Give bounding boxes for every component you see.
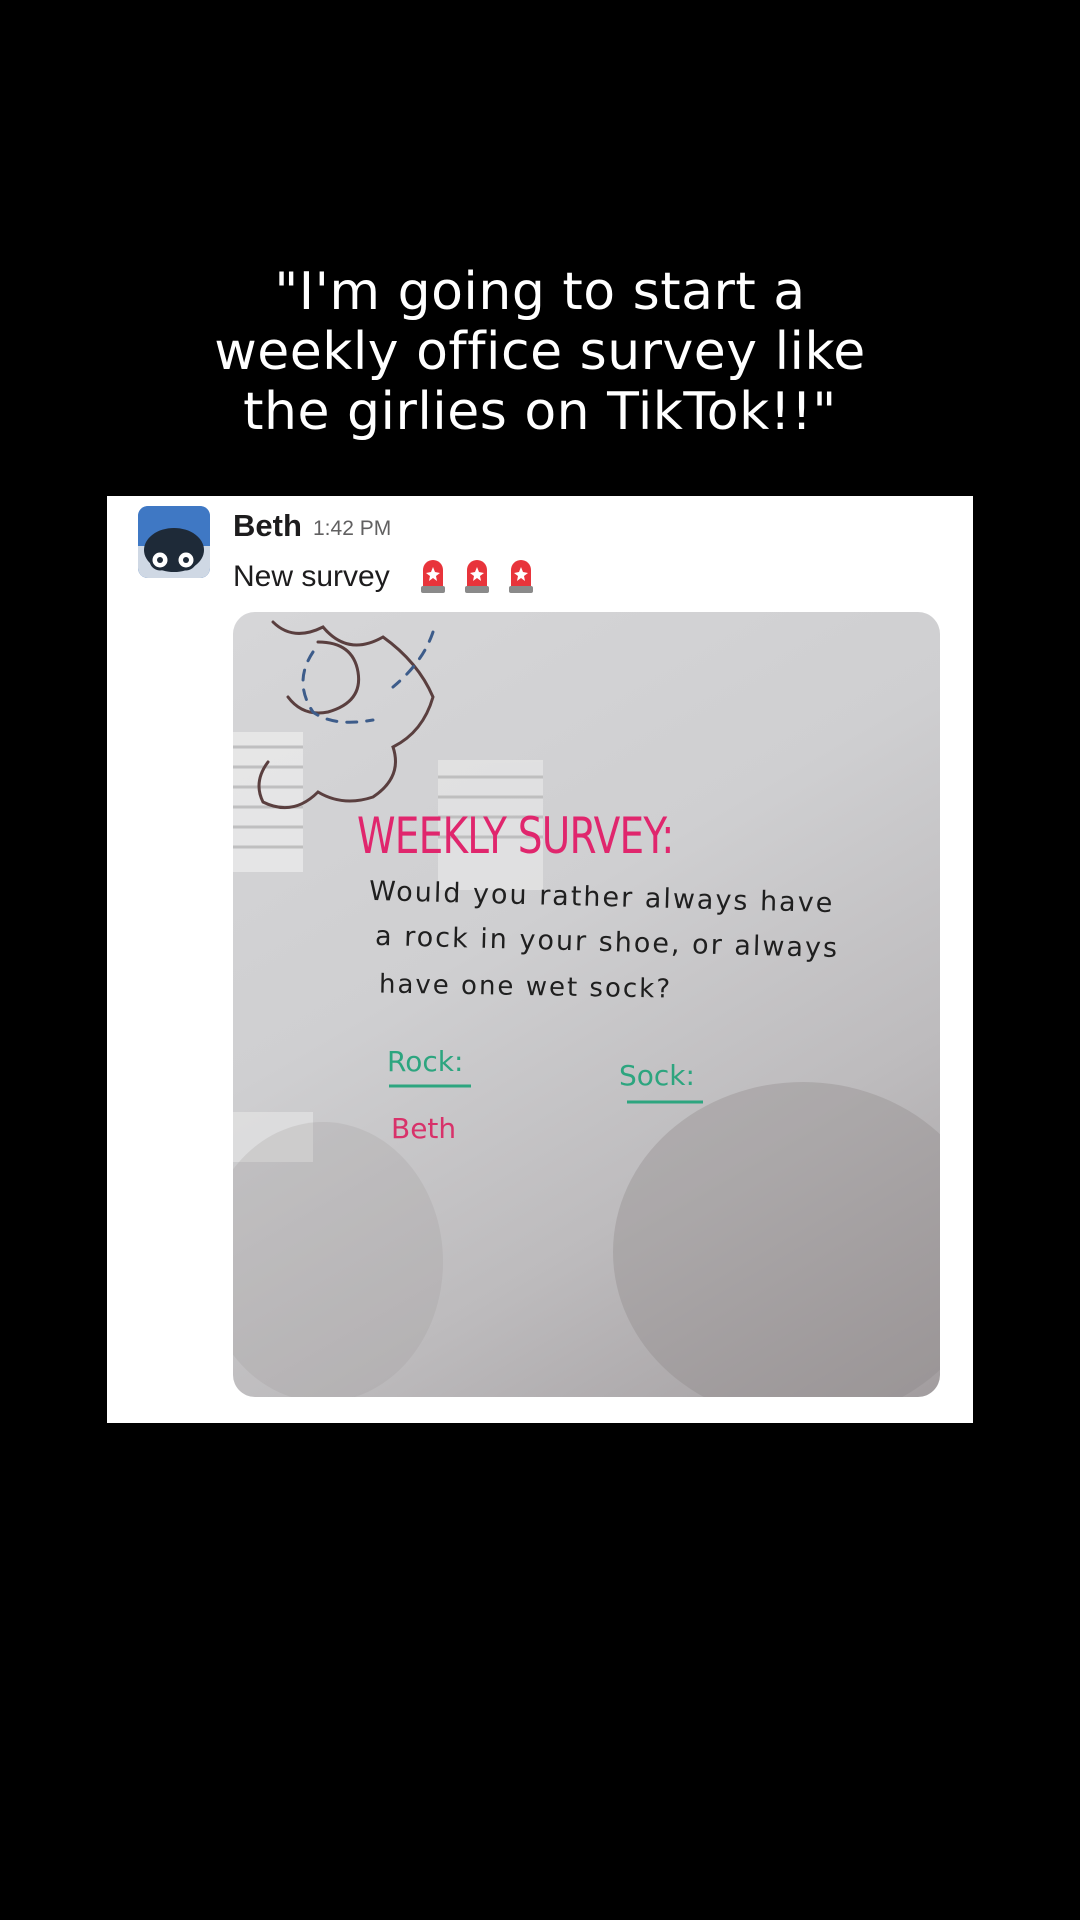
chat-message-card: Beth 1:42 PM New survey WEEKLY SURVEY: W… xyxy=(107,496,973,1423)
rotating-light-icon xyxy=(421,560,445,593)
avatar[interactable] xyxy=(138,506,210,578)
rotating-light-icon xyxy=(509,560,533,593)
question-line-3: have one wet sock? xyxy=(378,969,673,1005)
caption-line-3: the girlies on TikTok!!" xyxy=(243,382,837,442)
option-sock-label: Sock: xyxy=(619,1059,695,1092)
option-rock-label: Rock: xyxy=(387,1045,464,1078)
caption-line-1: "I'm going to start a xyxy=(274,262,806,322)
caption-line-2: weekly office survey like xyxy=(214,322,866,382)
video-caption: "I'm going to start a weekly office surv… xyxy=(0,262,1080,442)
message-text: New survey xyxy=(233,560,390,593)
emoji-group xyxy=(417,558,537,594)
whiteboard-title: WEEKLY SURVEY: xyxy=(357,807,674,865)
author-name[interactable]: Beth xyxy=(233,508,302,544)
rock-vote-entry: Beth xyxy=(391,1112,457,1145)
message-timestamp[interactable]: 1:42 PM xyxy=(313,517,391,541)
rotating-light-icon xyxy=(465,560,489,593)
whiteboard-photo[interactable]: WEEKLY SURVEY: Would you rather always h… xyxy=(233,612,940,1397)
